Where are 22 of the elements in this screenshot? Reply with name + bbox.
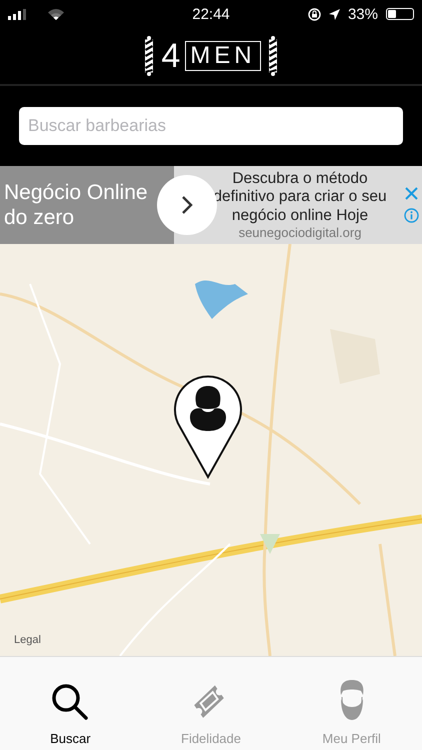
barber-pole-icon xyxy=(144,35,154,77)
wifi-icon xyxy=(48,8,64,20)
barber-pole-icon xyxy=(268,35,278,77)
ad-banner[interactable]: Negócio Online do zero Descubra o método definitivo para criar o seu negócio online Hoje seunegociodigital.org xyxy=(0,166,422,244)
ad-text: Descubra o método definitivo para criar o seu negócio online Hoje xyxy=(212,170,388,226)
search-icon xyxy=(51,683,90,721)
chevron-right-icon xyxy=(181,195,193,215)
legal-link[interactable]: Legal xyxy=(14,634,41,646)
close-icon[interactable] xyxy=(405,187,418,200)
location-arrow-icon xyxy=(328,8,340,20)
tab-button[interactable]: Buscar xyxy=(0,657,141,750)
ad-headline: Negócio Online do zero xyxy=(4,180,149,230)
logo-text: MEN xyxy=(185,41,261,71)
info-icon[interactable] xyxy=(404,208,419,223)
battery-icon xyxy=(386,8,414,20)
battery-percent: 33% xyxy=(348,6,378,22)
search-field[interactable]: Buscar barbearias xyxy=(19,107,403,145)
signal-icon xyxy=(8,8,26,20)
clock-time: 22:44 xyxy=(192,6,230,22)
ad-url: seunegociodigital.org xyxy=(238,225,362,240)
logo-text: 4 xyxy=(161,39,180,73)
rotation-lock-icon xyxy=(308,8,321,20)
